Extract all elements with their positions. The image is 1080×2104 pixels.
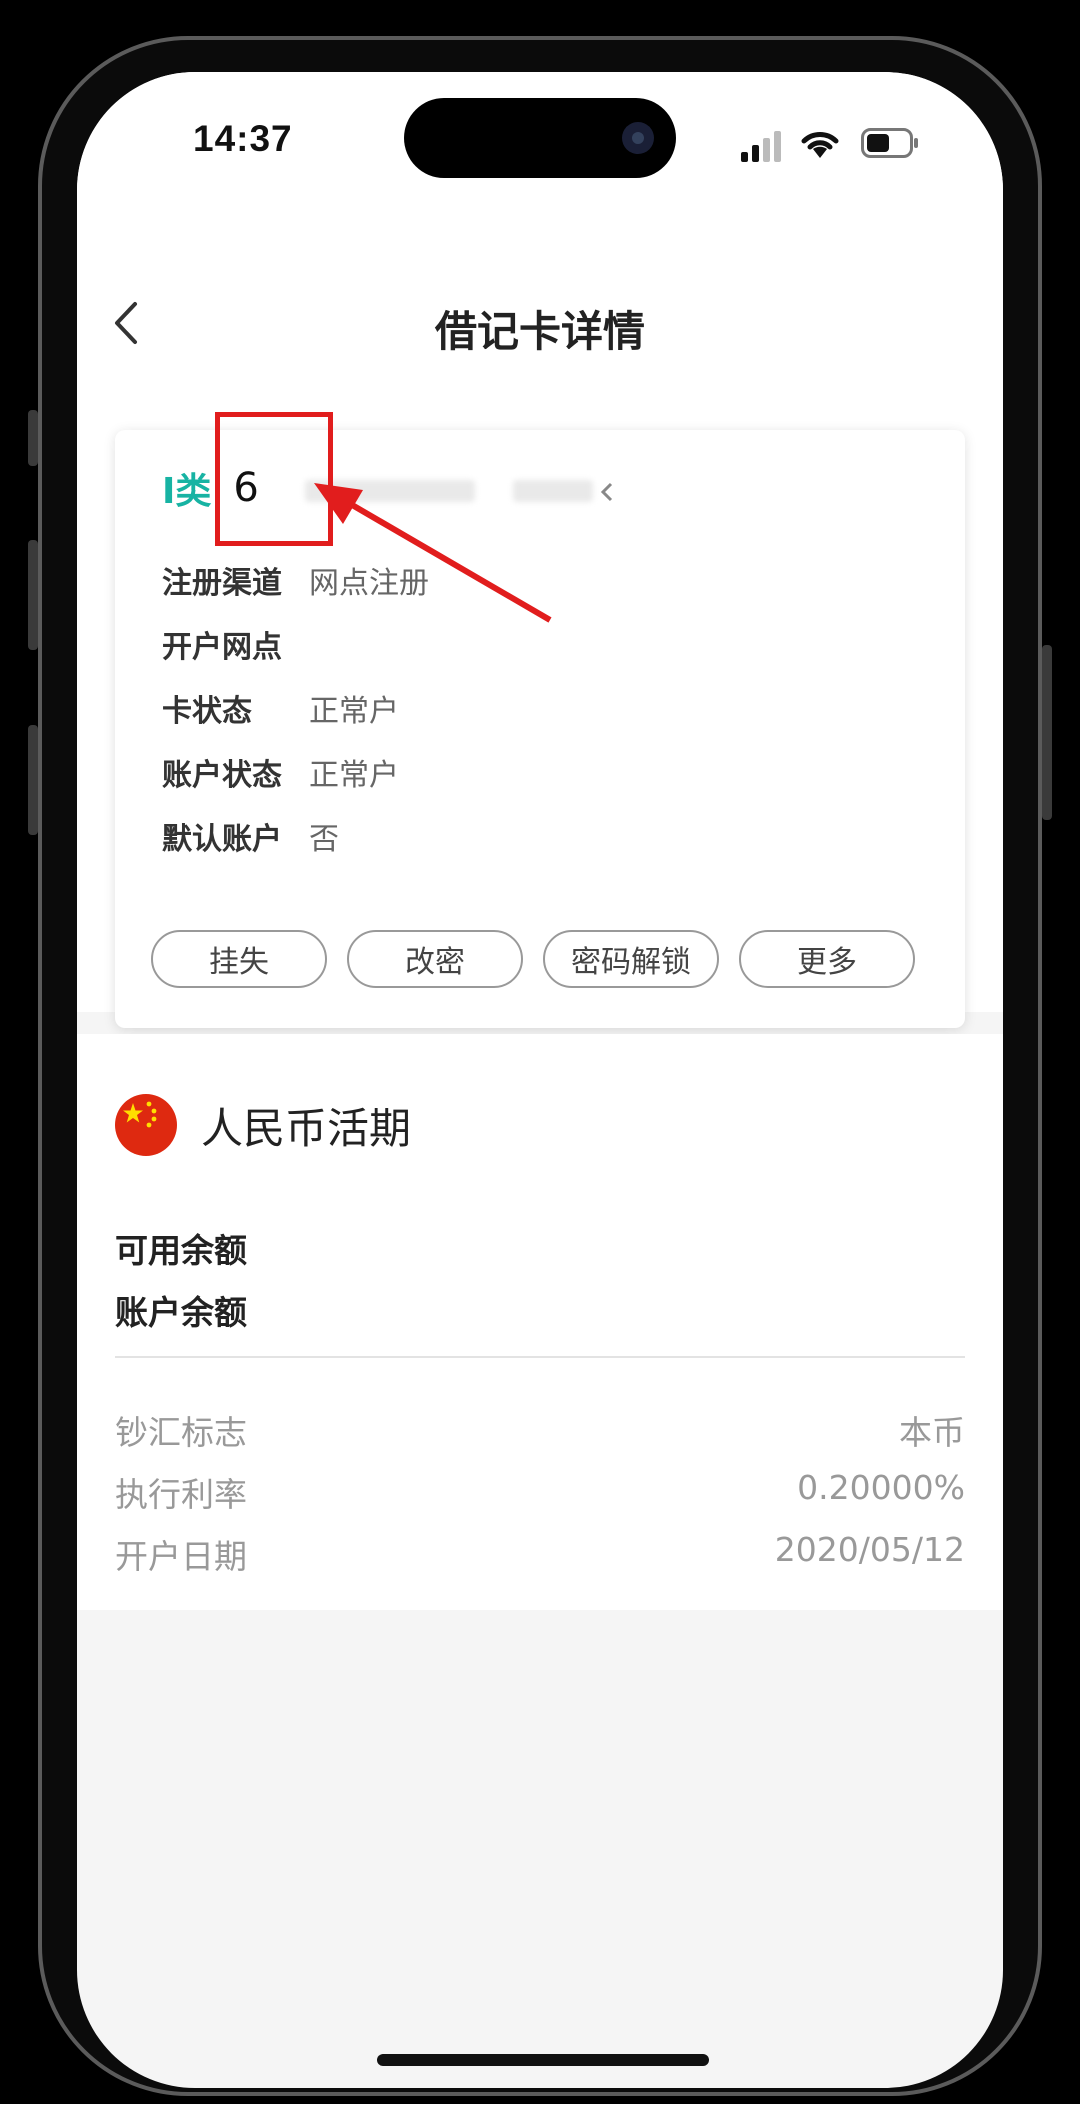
side-button-power (1042, 645, 1052, 820)
signal-icon (741, 131, 781, 162)
detail-value: 正常户 (309, 694, 399, 729)
info-label: 执行利率 (115, 1475, 247, 1514)
status-bar: 14:37 (77, 72, 1003, 212)
more-button[interactable]: 更多 (739, 930, 915, 988)
side-button-silent (28, 410, 38, 466)
info-row-cash-flag: 钞汇标志 本币 (115, 1406, 965, 1454)
detail-label: 默认账户 (162, 822, 282, 857)
account-balance-label: 账户余额 (115, 1293, 247, 1332)
annotation-highlight-box (215, 412, 333, 546)
page-title: 借记卡详情 (434, 307, 645, 356)
home-indicator[interactable] (377, 2054, 709, 2066)
info-label: 钞汇标志 (115, 1413, 247, 1452)
info-row-open-date: 开户日期 2020/05/12 (115, 1530, 965, 1578)
divider (115, 1356, 965, 1358)
info-value: 0.20000% (797, 1468, 965, 1507)
report-loss-button[interactable]: 挂失 (151, 930, 327, 988)
detail-label: 开户网点 (162, 630, 282, 665)
info-value: 2020/05/12 (774, 1530, 965, 1569)
status-time: 14:37 (193, 118, 293, 159)
detail-value: 网点注册 (309, 566, 429, 601)
card-detail-list: 注册渠道 网点注册 开户网点 卡状态 正常户 账户状态 正常户 默认账户 否 (162, 548, 429, 868)
camera-icon (622, 122, 654, 154)
battery-icon (861, 128, 918, 158)
detail-row-channel: 注册渠道 网点注册 (162, 548, 429, 612)
change-password-button[interactable]: 改密 (347, 930, 523, 988)
detail-row-card-status: 卡状态 正常户 (162, 676, 429, 740)
unlock-password-button[interactable]: 密码解锁 (543, 930, 719, 988)
detail-row-branch: 开户网点 (162, 612, 429, 676)
detail-label: 账户状态 (162, 758, 282, 793)
info-row-rate: 执行利率 0.20000% (115, 1468, 965, 1516)
dynamic-island (404, 98, 676, 178)
detail-label: 卡状态 (162, 694, 252, 729)
wifi-icon (801, 132, 839, 158)
card-type-tag: I类 (162, 471, 212, 512)
currency-name: 人民币活期 (201, 1103, 412, 1153)
detail-row-account-status: 账户状态 正常户 (162, 740, 429, 804)
card-action-buttons: 挂失 改密 密码解锁 更多 (151, 930, 915, 988)
info-label: 开户日期 (115, 1537, 247, 1576)
info-value: 本币 (899, 1413, 965, 1452)
detail-value: 正常户 (309, 758, 399, 793)
available-balance-label: 可用余额 (115, 1231, 247, 1270)
chevron-left-icon[interactable] (599, 480, 615, 504)
currency-header: 人民币活期 (115, 1094, 411, 1156)
account-section: 人民币活期 可用余额 账户余额 钞汇标志 本币 执行利率 0.20000% 开户… (77, 1034, 1003, 1610)
side-button-volume-up (28, 540, 38, 650)
detail-row-default-account: 默认账户 否 (162, 804, 429, 868)
detail-label: 注册渠道 (162, 566, 282, 601)
screen: 14:37 借记卡详情 I类 6 注册渠道 网点注册 开户网点 卡状态 正常户 … (77, 72, 1003, 2088)
side-button-volume-down (28, 725, 38, 835)
nav-bar: 借记卡详情 (77, 212, 1003, 412)
masked-number-part-2 (513, 480, 593, 502)
detail-value: 否 (309, 822, 339, 857)
china-flag-icon (115, 1094, 177, 1156)
